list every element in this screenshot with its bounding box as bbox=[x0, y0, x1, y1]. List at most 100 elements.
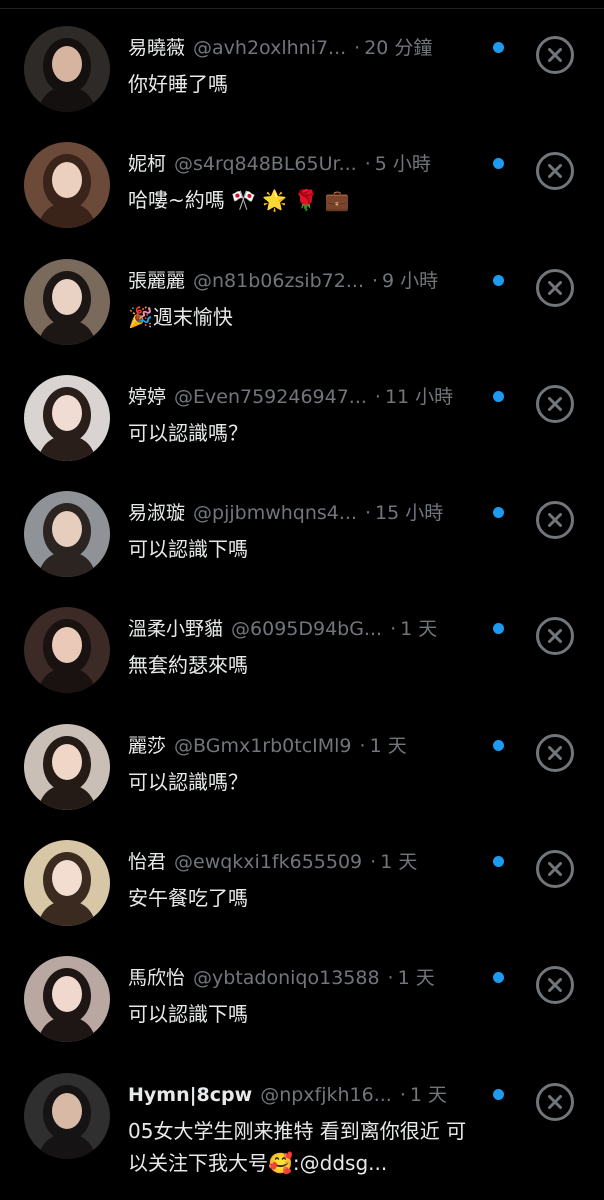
unread-dot-icon bbox=[493, 507, 504, 519]
display-name[interactable]: 婷婷 bbox=[128, 382, 166, 409]
notification-header: 易淑璇 @pjjbmwhqns4... · 15 小時 bbox=[128, 498, 478, 526]
message-text: 可以認識嗎？ bbox=[128, 769, 248, 794]
avatar[interactable] bbox=[24, 840, 110, 927]
user-handle[interactable]: @6095D94bG... bbox=[231, 618, 382, 640]
message-text: 05女大学生刚来推特 看到离你很近 可以关注下我大号🥰:@ddsg... bbox=[128, 1118, 467, 1175]
avatar[interactable] bbox=[24, 956, 110, 1043]
avatar-image bbox=[24, 607, 110, 694]
message-text: 哈嘍~約嗎 🎌 🌟 🌹 💼 bbox=[128, 188, 350, 213]
avatar-image bbox=[24, 142, 110, 229]
notification-row[interactable]: 張麗麗 @n81b06zsib72... · 9 小時 🎉週末愉快 bbox=[0, 247, 604, 363]
message-text: 可以認識下嗎 bbox=[128, 537, 248, 562]
display-name[interactable]: 妮柯 bbox=[128, 149, 166, 176]
close-circle-icon[interactable] bbox=[536, 1082, 574, 1121]
notification-header: 溫柔小野貓 @6095D94bG... · 1 天 bbox=[128, 614, 478, 642]
display-name[interactable]: 易曉薇 bbox=[128, 33, 185, 60]
close-circle-icon[interactable] bbox=[536, 733, 574, 772]
close-circle-icon[interactable] bbox=[536, 501, 574, 540]
user-handle[interactable]: @Even759246947... bbox=[174, 386, 367, 408]
avatar-image bbox=[24, 26, 110, 112]
timestamp: 1 天 bbox=[397, 967, 435, 990]
notification-row[interactable]: 易曉薇 @avh2oxlhni7... · 20 分鐘 你好睡了嗎 bbox=[0, 14, 604, 130]
user-handle[interactable]: @BGmx1rb0tcIMl9 bbox=[174, 735, 352, 757]
top-divider bbox=[0, 8, 604, 9]
message-text: 無套約瑟來嗎 bbox=[128, 653, 248, 678]
avatar[interactable] bbox=[24, 491, 110, 578]
notification-row[interactable]: 怡君 @ewqkxi1fk655509 · 1 天 安午餐吃了嗎 bbox=[0, 828, 604, 944]
unread-dot-icon bbox=[493, 42, 504, 53]
user-handle[interactable]: @s4rq848BL65Ur... bbox=[174, 153, 357, 175]
user-handle[interactable]: @pjjbmwhqns4... bbox=[193, 502, 357, 524]
close-circle-icon[interactable] bbox=[536, 152, 574, 191]
close-circle-icon[interactable] bbox=[536, 617, 574, 656]
notification-row[interactable]: 麗莎 @BGmx1rb0tcIMl9 · 1 天 可以認識嗎？ bbox=[0, 712, 604, 828]
notification-header: Hymn|8cpw @npxfjkh16... · 1 天 bbox=[128, 1080, 478, 1108]
user-handle[interactable]: @n81b06zsib72... bbox=[193, 270, 364, 292]
unread-dot-icon bbox=[493, 390, 504, 402]
display-name[interactable]: 怡君 bbox=[128, 847, 166, 874]
notification-row[interactable]: Hymn|8cpw @npxfjkh16... · 1 天 05女大学生刚来推特… bbox=[0, 1061, 604, 1177]
unread-dot-icon bbox=[493, 739, 504, 751]
notification-header: 馬欣怡 @ybtadoniqo13588 · 1 天 bbox=[128, 963, 478, 991]
avatar[interactable] bbox=[24, 374, 110, 461]
close-x-glyph bbox=[548, 396, 562, 411]
notification-row[interactable]: 馬欣怡 @ybtadoniqo13588 · 1 天 可以認識下嗎 bbox=[0, 944, 604, 1060]
display-name[interactable]: 易淑璇 bbox=[128, 498, 185, 525]
separator-dot: · bbox=[364, 153, 371, 176]
timestamp: 1 天 bbox=[380, 851, 418, 874]
avatar[interactable] bbox=[24, 723, 110, 810]
user-handle[interactable]: @ewqkxi1fk655509 bbox=[174, 851, 362, 873]
display-name[interactable]: 溫柔小野貓 bbox=[128, 614, 223, 641]
timestamp: 5 小時 bbox=[374, 153, 431, 176]
message-text: 安午餐吃了嗎 bbox=[128, 886, 248, 911]
separator-dot: · bbox=[371, 269, 379, 292]
close-x-glyph bbox=[548, 513, 562, 528]
close-circle-icon[interactable] bbox=[536, 36, 574, 74]
message-text: 可以認識嗎？ bbox=[128, 420, 248, 445]
notification-header: 易曉薇 @avh2oxlhni7... · 20 分鐘 bbox=[128, 33, 478, 61]
avatar[interactable] bbox=[24, 1072, 110, 1159]
display-name[interactable]: Hymn|8cpw bbox=[128, 1084, 252, 1106]
avatar[interactable] bbox=[24, 142, 110, 229]
user-handle[interactable]: @avh2oxlhni7... bbox=[193, 37, 346, 59]
notification-header: 妮柯 @s4rq848BL65Ur... · 5 小時 bbox=[128, 149, 478, 177]
timestamp: 9 小時 bbox=[382, 269, 439, 292]
notification-list: 易曉薇 @avh2oxlhni7... · 20 分鐘 你好睡了嗎 妮柯 @s4… bbox=[0, 14, 604, 1177]
avatar[interactable] bbox=[24, 26, 110, 112]
timestamp: 1 天 bbox=[369, 734, 407, 757]
close-circle-icon[interactable] bbox=[536, 966, 574, 1005]
display-name[interactable]: 張麗麗 bbox=[128, 266, 185, 293]
separator-dot: · bbox=[399, 1083, 406, 1106]
notification-row[interactable]: 婷婷 @Even759246947... · 11 小時 可以認識嗎？ bbox=[0, 363, 604, 479]
avatar[interactable] bbox=[24, 258, 110, 345]
notification-row[interactable]: 妮柯 @s4rq848BL65Ur... · 5 小時 哈嘍~約嗎 🎌 🌟 🌹 … bbox=[0, 130, 604, 246]
unread-dot-icon bbox=[493, 1088, 504, 1100]
separator-dot: · bbox=[354, 37, 361, 59]
close-x-glyph bbox=[548, 978, 562, 993]
close-circle-icon[interactable] bbox=[536, 850, 574, 889]
separator-dot: · bbox=[365, 502, 372, 525]
notification-header: 麗莎 @BGmx1rb0tcIMl9 · 1 天 bbox=[128, 731, 478, 759]
avatar-image bbox=[24, 1072, 110, 1159]
user-handle[interactable]: @npxfjkh16... bbox=[260, 1084, 392, 1106]
avatar-image bbox=[24, 258, 110, 345]
display-name[interactable]: 馬欣怡 bbox=[128, 963, 185, 990]
avatar-image bbox=[24, 723, 110, 810]
close-circle-icon[interactable] bbox=[536, 384, 574, 423]
timestamp: 1 天 bbox=[400, 618, 438, 641]
timestamp: 11 小時 bbox=[384, 385, 454, 408]
message-text: 你好睡了嗎 bbox=[128, 72, 228, 96]
separator-dot: · bbox=[387, 967, 394, 990]
avatar[interactable] bbox=[24, 607, 110, 694]
display-name[interactable]: 麗莎 bbox=[128, 731, 166, 758]
notification-header: 張麗麗 @n81b06zsib72... · 9 小時 bbox=[128, 266, 478, 294]
notification-row[interactable]: 易淑璇 @pjjbmwhqns4... · 15 小時 可以認識下嗎 bbox=[0, 479, 604, 595]
unread-dot-icon bbox=[493, 972, 504, 984]
user-handle[interactable]: @ybtadoniqo13588 bbox=[193, 967, 380, 989]
avatar-image bbox=[24, 840, 110, 927]
close-x-glyph bbox=[548, 164, 562, 179]
close-x-glyph bbox=[548, 280, 562, 295]
notification-row[interactable]: 溫柔小野貓 @6095D94bG... · 1 天 無套約瑟來嗎 bbox=[0, 595, 604, 711]
close-circle-icon[interactable] bbox=[536, 268, 574, 307]
unread-dot-icon bbox=[493, 623, 504, 635]
